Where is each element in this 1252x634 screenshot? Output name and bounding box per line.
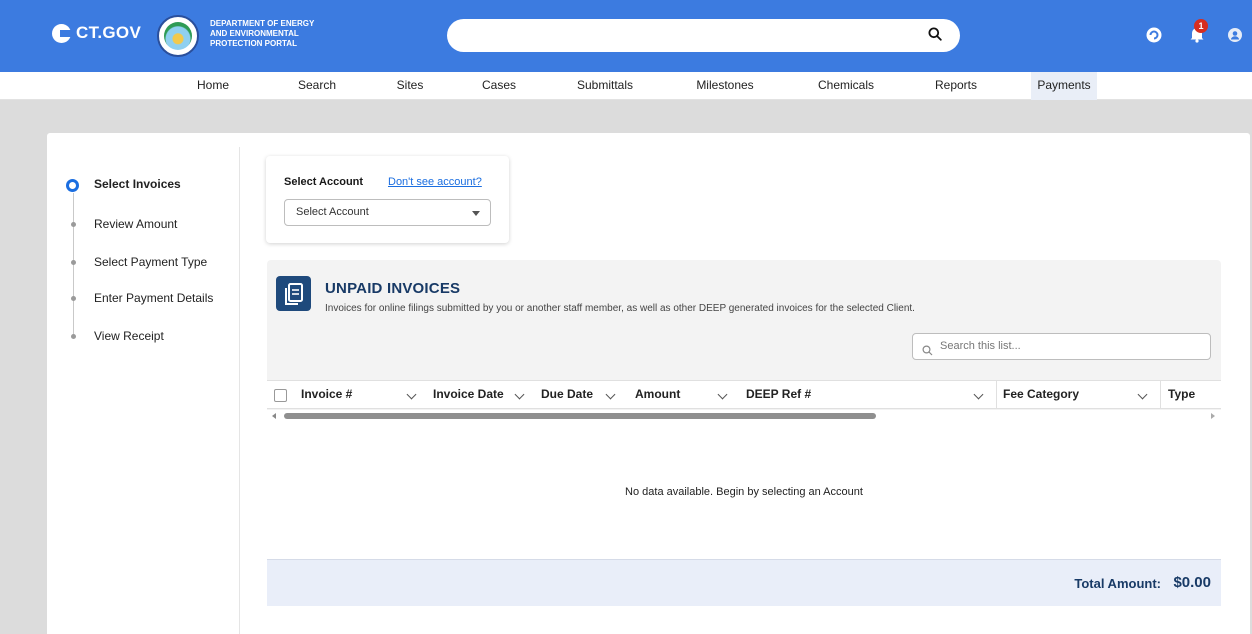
step-label: Select Payment Type xyxy=(94,255,208,269)
app-header: CT.GOV DEPARTMENT OF ENERGY AND ENVIRONM… xyxy=(0,0,1252,72)
column-divider xyxy=(996,381,997,408)
department-title: DEPARTMENT OF ENERGY AND ENVIRONMENTAL P… xyxy=(210,19,340,49)
department-line-2: AND ENVIRONMENTAL xyxy=(210,29,299,38)
state-seal-icon xyxy=(157,15,199,57)
step-dot-icon xyxy=(71,222,76,227)
total-amount-label: Total Amount: xyxy=(1074,576,1161,591)
scroll-right-arrow-icon[interactable] xyxy=(1211,413,1215,419)
dont-see-account-link[interactable]: Don't see account? xyxy=(388,176,482,188)
column-header-deep-ref[interactable]: DEEP Ref # xyxy=(746,381,811,408)
list-search-input[interactable]: Search this list... xyxy=(912,333,1211,360)
unpaid-invoices-description: Invoices for online filings submitted by… xyxy=(325,303,915,314)
step-label: View Receipt xyxy=(94,329,164,343)
chevron-down-icon[interactable] xyxy=(406,389,417,400)
step-label: Review Amount xyxy=(94,217,178,231)
department-line-1: DEPARTMENT OF ENERGY xyxy=(210,19,315,28)
chevron-down-icon xyxy=(472,211,480,216)
nav-sites[interactable]: Sites xyxy=(390,72,430,100)
select-account-card: Select Account Don't see account? Select… xyxy=(266,156,509,243)
search-icon[interactable] xyxy=(928,27,942,46)
nav-submittals[interactable]: Submittals xyxy=(570,72,640,100)
chevron-down-icon[interactable] xyxy=(1137,389,1148,400)
column-divider xyxy=(1160,381,1161,408)
ct-gov-logo[interactable]: CT.GOV xyxy=(52,23,141,43)
nav-cases[interactable]: Cases xyxy=(477,72,521,100)
column-header-due-date[interactable]: Due Date xyxy=(541,381,593,408)
select-account-label: Select Account xyxy=(284,176,364,188)
chevron-down-icon[interactable] xyxy=(973,389,984,400)
step-label: Select Invoices xyxy=(94,177,181,191)
scrollbar-thumb[interactable] xyxy=(284,413,876,419)
global-search-input[interactable] xyxy=(447,19,960,52)
list-search-placeholder: Search this list... xyxy=(940,340,1021,352)
table-horizontal-scrollbar[interactable] xyxy=(267,410,1221,422)
unpaid-invoices-title: UNPAID INVOICES xyxy=(325,280,461,297)
chevron-down-icon[interactable] xyxy=(717,389,728,400)
help-icon[interactable] xyxy=(1146,27,1162,48)
nav-reports[interactable]: Reports xyxy=(926,72,986,100)
column-header-type[interactable]: Type xyxy=(1168,381,1195,408)
step-label: Enter Payment Details xyxy=(94,291,214,305)
column-header-amount[interactable]: Amount xyxy=(635,381,680,408)
chevron-down-icon[interactable] xyxy=(514,389,525,400)
notification-badge: 1 xyxy=(1194,19,1208,33)
account-select[interactable]: Select Account xyxy=(284,199,491,226)
nav-search[interactable]: Search xyxy=(292,72,342,100)
total-amount-bar: Total Amount: $0.00 xyxy=(267,559,1221,606)
nav-chemicals[interactable]: Chemicals xyxy=(810,72,882,100)
step-dot-icon xyxy=(71,296,76,301)
department-line-3: PROTECTION PORTAL xyxy=(210,39,297,48)
sidebar-divider xyxy=(239,147,240,634)
step-dot-icon xyxy=(71,334,76,339)
column-header-invoice-number[interactable]: Invoice # xyxy=(301,381,352,408)
scroll-left-arrow-icon[interactable] xyxy=(272,413,276,419)
column-header-fee-category[interactable]: Fee Category xyxy=(1003,381,1079,408)
nav-home[interactable]: Home xyxy=(190,72,236,100)
user-icon[interactable] xyxy=(1228,28,1242,47)
search-icon xyxy=(922,341,933,366)
main-nav: Home Search Sites Cases Submittals Miles… xyxy=(0,72,1252,100)
account-select-value: Select Account xyxy=(296,206,369,218)
empty-state-message: No data available. Begin by selecting an… xyxy=(625,486,863,498)
document-icon xyxy=(276,276,311,311)
invoices-table-body: No data available. Begin by selecting an… xyxy=(267,422,1221,559)
current-step-icon xyxy=(66,179,79,192)
total-amount-value: $0.00 xyxy=(1173,574,1211,591)
invoices-table-header: Invoice # Invoice Date Due Date Amount D… xyxy=(267,380,1221,409)
ct-logo-icon xyxy=(52,23,71,43)
step-dot-icon xyxy=(71,260,76,265)
chevron-down-icon[interactable] xyxy=(605,389,616,400)
brand-text: CT.GOV xyxy=(76,23,142,42)
steps-track xyxy=(73,193,74,338)
nav-payments[interactable]: Payments xyxy=(1031,72,1097,100)
column-header-invoice-date[interactable]: Invoice Date xyxy=(433,381,504,408)
select-all-checkbox[interactable] xyxy=(274,389,287,402)
nav-milestones[interactable]: Milestones xyxy=(689,72,761,100)
